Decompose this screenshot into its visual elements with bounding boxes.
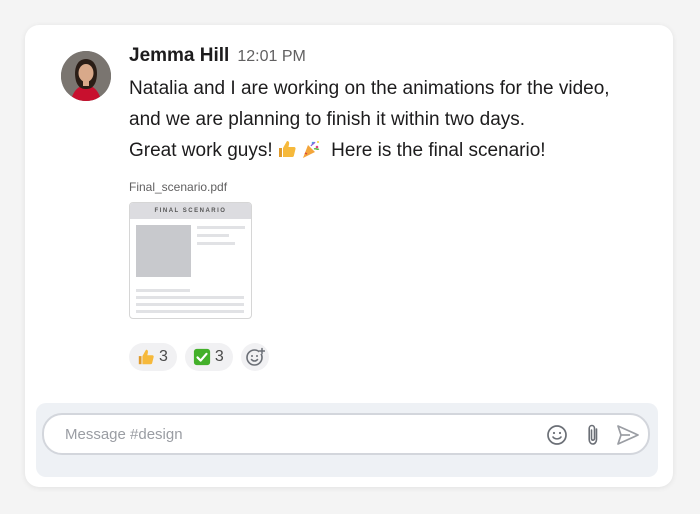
author-name[interactable]: Jemma Hill [129, 45, 229, 67]
reactions-bar: 3 3 [129, 343, 269, 371]
message-line: Natalia and I are working on the animati… [129, 78, 610, 99]
add-emoji-icon [246, 347, 265, 366]
reaction-check-mark[interactable]: 3 [184, 343, 233, 371]
paperclip-icon [588, 424, 598, 445]
smiley-icon [547, 425, 567, 445]
attachment-preview-title: FINAL SCENARIO [130, 203, 251, 219]
reaction-count: 3 [159, 348, 168, 365]
check-mark-icon [193, 348, 211, 366]
add-reaction-button[interactable] [240, 343, 269, 371]
message-line: Great work guys! Here is the final scena… [129, 135, 659, 166]
attachment-file-name[interactable]: Final_scenario.pdf [129, 180, 659, 196]
message-header: Jemma Hill 12:01 PM [129, 45, 659, 73]
reaction-count: 3 [214, 348, 224, 365]
timestamp[interactable]: 12:01 PM [237, 48, 305, 66]
document-preview-graphic [136, 225, 245, 313]
message-card: Jemma Hill 12:01 PM Natalia and I are wo… [25, 25, 673, 487]
message-text: Natalia and I are working on the animati… [129, 73, 659, 166]
composer-area [36, 403, 658, 477]
message: Jemma Hill 12:01 PM Natalia and I are wo… [129, 45, 659, 319]
reaction-thumbs-up[interactable]: 3 [129, 343, 177, 371]
message-composer [42, 413, 650, 455]
message-input[interactable] [63, 424, 527, 444]
send-button[interactable] [616, 423, 640, 447]
party-popper-icon [302, 141, 319, 158]
avatar[interactable] [61, 51, 111, 101]
attach-button[interactable] [581, 423, 605, 447]
emoji-button[interactable] [545, 423, 569, 447]
thumbs-up-icon [138, 349, 154, 365]
message-line-text: Great work guys! [129, 140, 273, 161]
message-line: and we are planning to finish it within … [129, 109, 526, 130]
thumbs-up-icon [278, 141, 296, 157]
send-icon [617, 425, 639, 445]
message-line-suffix: Here is the final scenario! [331, 140, 546, 161]
avatar-image [61, 51, 111, 101]
attachment-preview[interactable]: FINAL SCENARIO [129, 202, 252, 319]
